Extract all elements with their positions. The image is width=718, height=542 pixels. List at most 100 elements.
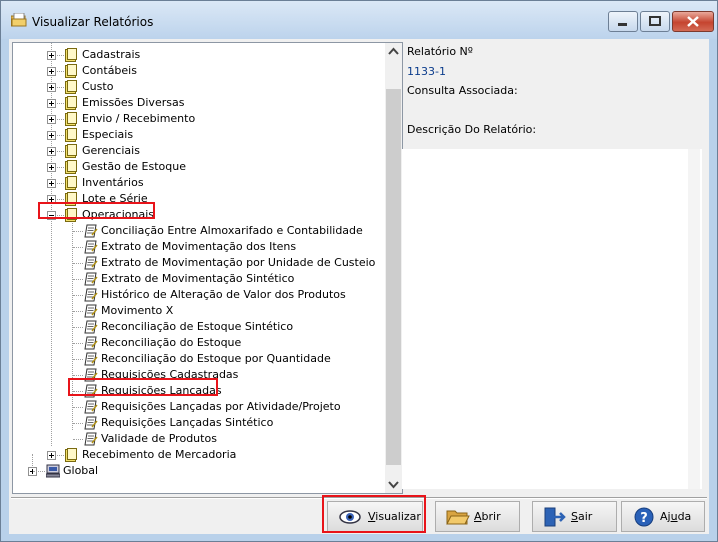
highlight-view-button [322, 495, 426, 533]
description-scrollbar[interactable] [688, 149, 700, 489]
expand-icon[interactable] [47, 163, 56, 172]
tree-guide-line [73, 231, 83, 232]
tree-guide-line [73, 407, 83, 408]
report-icon [84, 288, 98, 302]
tree-group-node[interactable]: Recebimento de Mercadoria [13, 447, 383, 463]
minimize-button[interactable] [608, 11, 638, 32]
tree-report-label: Movimento X [101, 304, 174, 317]
report-details-panel: Relatório Nº 1133-1 Consulta Associada: … [402, 39, 707, 495]
tree-report-node[interactable]: Requisições Lançadas Sintético [13, 415, 383, 431]
exit-button-label: Sair [571, 510, 593, 523]
tree-group-label: Inventários [82, 176, 144, 189]
tree-report-label: Reconciliação do Estoque por Quantidade [101, 352, 331, 365]
tree-group-node[interactable]: Gerenciais [13, 143, 383, 159]
tree-group-label: Emissões Diversas [82, 96, 185, 109]
expand-icon[interactable] [47, 99, 56, 108]
maximize-button[interactable] [640, 11, 670, 32]
scroll-up-arrow-icon[interactable] [385, 43, 402, 60]
tree-scrollbar[interactable] [385, 43, 402, 493]
folder-icon [65, 48, 77, 62]
report-tree[interactable]: Cadastrais Contábeis Custo Emissões Diversa… [12, 42, 403, 494]
tree-group-node[interactable]: Cadastrais [13, 47, 383, 63]
tree-report-node[interactable]: Reconciliação do Estoque por Quantidade [13, 351, 383, 367]
close-icon [687, 16, 699, 27]
expand-icon[interactable] [47, 115, 56, 124]
expand-icon[interactable] [47, 83, 56, 92]
help-button[interactable]: ? Ajuda [621, 501, 705, 532]
folder-icon [65, 64, 77, 78]
tree-report-label: Extrato de Movimentação Sintético [101, 272, 295, 285]
maximize-icon [649, 16, 661, 26]
svg-text:?: ? [640, 511, 648, 526]
report-number-label: Relatório Nº [407, 45, 473, 58]
tree-report-node[interactable]: Extrato de Movimentação Sintético [13, 271, 383, 287]
tree-report-node[interactable]: Validade de Produtos [13, 431, 383, 447]
tree-report-label: Reconciliação de Estoque Sintético [101, 320, 294, 333]
tree-report-node[interactable]: Extrato de Movimentação por Unidade de C… [13, 255, 383, 271]
tree-report-node[interactable]: Reconciliação do Estoque [13, 335, 383, 351]
tree-guide-line [73, 247, 83, 248]
tree-guide-line [73, 343, 83, 344]
folder-icon [65, 160, 77, 174]
scroll-down-arrow-icon[interactable] [385, 476, 402, 493]
exit-door-icon [544, 507, 566, 527]
open-button[interactable]: Abrir [435, 501, 520, 532]
report-icon [84, 256, 98, 270]
tree-group-node[interactable]: Custo [13, 79, 383, 95]
expand-icon[interactable] [47, 51, 56, 60]
report-number-value: 1133-1 [407, 65, 446, 78]
tree-report-label: Conciliação Entre Almoxarifado e Contabi… [101, 224, 363, 237]
tree-group-node[interactable]: Emissões Diversas [13, 95, 383, 111]
tree-group-label: Gestão de Estoque [82, 160, 186, 173]
tree-guide-line [73, 439, 83, 440]
tree-group-node[interactable]: Contábeis [13, 63, 383, 79]
expand-icon[interactable] [47, 67, 56, 76]
tree-root-node[interactable]: Global [13, 463, 383, 479]
folder-icon [65, 448, 77, 462]
close-button[interactable] [672, 11, 714, 32]
tree-guide-line [73, 263, 83, 264]
tree-group-label: Contábeis [82, 64, 137, 77]
tree-report-label: Requisições Lançadas Sintético [101, 416, 274, 429]
tree-report-node[interactable]: Requisições Lançadas por Atividade/Proje… [13, 399, 383, 415]
tree-report-node[interactable]: Extrato de Movimentação dos Itens [13, 239, 383, 255]
open-folder-icon [446, 510, 470, 525]
tree-report-node[interactable]: Reconciliação de Estoque Sintético [13, 319, 383, 335]
report-icon [84, 400, 98, 414]
expand-icon[interactable] [47, 131, 56, 140]
expand-icon[interactable] [47, 451, 56, 460]
report-icon [84, 320, 98, 334]
report-icon [84, 432, 98, 446]
tree-group-label: Gerenciais [82, 144, 140, 157]
title-bar: Visualizar Relatórios [1, 1, 717, 39]
tree-report-label: Extrato de Movimentação por Unidade de C… [101, 256, 376, 269]
tree-group-label: Especiais [82, 128, 134, 141]
report-icon [84, 336, 98, 350]
exit-button[interactable]: Sair [532, 501, 617, 532]
folder-icon [65, 80, 77, 94]
tree-guide-line [73, 359, 83, 360]
tree-group-label: Envio / Recebimento [82, 112, 196, 125]
highlight-operacionais [38, 202, 155, 219]
description-text-area[interactable] [402, 149, 702, 489]
window-title: Visualizar Relatórios [32, 15, 154, 29]
expand-icon[interactable] [47, 179, 56, 188]
tree-group-node[interactable]: Envio / Recebimento [13, 111, 383, 127]
report-icon [84, 304, 98, 318]
report-icon [84, 416, 98, 430]
tree-report-node[interactable]: Histórico de Alteração de Valor dos Prod… [13, 287, 383, 303]
scroll-thumb[interactable] [386, 89, 401, 465]
tree-guide-line [73, 279, 83, 280]
tree-group-label: Recebimento de Mercadoria [82, 448, 237, 461]
tree-group-node[interactable]: Inventários [13, 175, 383, 191]
expand-icon[interactable] [47, 147, 56, 156]
report-icon [84, 352, 98, 366]
tree-report-label: Validade de Produtos [101, 432, 217, 445]
tree-group-node[interactable]: Gestão de Estoque [13, 159, 383, 175]
tree-report-label: Histórico de Alteração de Valor dos Prod… [101, 288, 346, 301]
help-button-label: Ajuda [660, 510, 692, 523]
tree-report-node[interactable]: Movimento X [13, 303, 383, 319]
tree-report-node[interactable]: Conciliação Entre Almoxarifado e Contabi… [13, 223, 383, 239]
report-viewer-window: Visualizar Relatórios Cadastrais Contábei… [0, 0, 718, 542]
tree-group-node[interactable]: Especiais [13, 127, 383, 143]
